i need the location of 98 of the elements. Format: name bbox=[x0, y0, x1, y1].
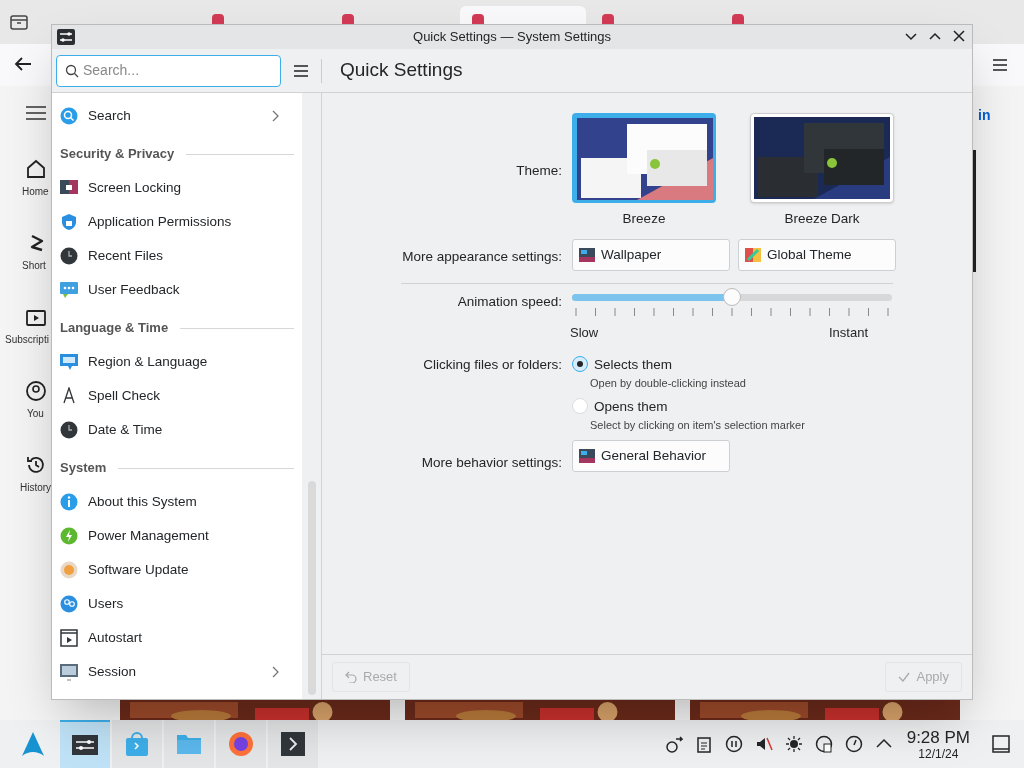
pause-icon bbox=[724, 735, 743, 753]
window-title: Quick Settings — System Settings bbox=[413, 28, 611, 47]
history-icon bbox=[25, 454, 47, 476]
behavior-icon bbox=[579, 449, 595, 463]
speech-bubble-icon bbox=[60, 281, 78, 299]
radio-button[interactable] bbox=[572, 356, 588, 372]
sidebar-item[interactable]: User Feedback bbox=[52, 273, 292, 307]
muted-speaker-icon bbox=[754, 735, 773, 753]
settings-button[interactable]: Wallpaper bbox=[572, 239, 730, 271]
nav-label[interactable]: Short bbox=[22, 258, 46, 273]
undo-icon bbox=[345, 671, 357, 683]
nav-label[interactable]: Home bbox=[22, 184, 49, 199]
gauge-icon bbox=[844, 735, 863, 753]
launcher-icon bbox=[19, 730, 47, 758]
monitor-icon bbox=[60, 663, 78, 681]
lightning-icon bbox=[60, 527, 78, 545]
checkmark-icon bbox=[898, 671, 911, 683]
window-play-icon bbox=[60, 629, 78, 647]
wallpaper-icon bbox=[579, 248, 595, 262]
info-icon bbox=[60, 493, 78, 511]
show-desktop-icon bbox=[992, 735, 1010, 753]
slider-track[interactable] bbox=[572, 288, 892, 307]
search-input[interactable]: Search... bbox=[83, 60, 272, 81]
setting-label: More appearance settings: bbox=[402, 248, 562, 266]
chevron-right-icon bbox=[272, 666, 280, 678]
search-field[interactable]: Search... bbox=[56, 54, 281, 87]
theme-name: Breeze bbox=[622, 210, 666, 228]
shield-icon bbox=[60, 213, 78, 231]
search-icon bbox=[60, 107, 78, 125]
menu-icon bbox=[992, 58, 1008, 72]
people-icon bbox=[60, 595, 78, 613]
tab-favicon-icon[interactable] bbox=[212, 14, 224, 24]
sidebar-item[interactable]: Region & Language bbox=[52, 345, 292, 379]
tab-favicon-icon[interactable] bbox=[342, 14, 354, 24]
clock-icon bbox=[60, 421, 78, 439]
taskbar-app[interactable] bbox=[216, 720, 266, 768]
sidebar-item[interactable]: Users bbox=[52, 587, 292, 621]
nav-label[interactable]: Subscripti bbox=[5, 332, 49, 347]
browser-icon bbox=[227, 730, 255, 758]
circle-icon bbox=[60, 561, 78, 579]
speech-bubble-icon bbox=[60, 353, 78, 371]
theme-name: Breeze Dark bbox=[784, 210, 860, 228]
terminal-icon bbox=[279, 730, 307, 758]
setting-label: Clicking files or folders: bbox=[423, 356, 562, 374]
sidebar-item[interactable]: Spell Check bbox=[52, 379, 292, 413]
letter-a-icon bbox=[60, 387, 78, 405]
setting-label: Animation speed: bbox=[457, 293, 562, 311]
page-title: Quick Settings bbox=[340, 58, 463, 83]
sidebar-item[interactable]: About this System bbox=[52, 485, 292, 519]
shopping-bag-icon bbox=[123, 730, 151, 758]
tab-favicon-icon[interactable] bbox=[732, 14, 744, 24]
menu-icon bbox=[293, 63, 309, 78]
settings-app-icon bbox=[57, 29, 75, 45]
taskbar-app[interactable] bbox=[60, 720, 110, 768]
sidebar-item[interactable]: Software Update bbox=[52, 553, 292, 587]
sidebar-item[interactable]: Screen Locking bbox=[52, 171, 292, 205]
palette-icon bbox=[745, 248, 761, 262]
sign-in-link[interactable]: in bbox=[978, 105, 991, 126]
tab-favicon-icon[interactable] bbox=[472, 14, 484, 24]
tab-list-icon bbox=[10, 14, 28, 30]
radio-label[interactable]: Opens them bbox=[594, 397, 668, 418]
chevron-right-icon bbox=[272, 110, 280, 122]
lock-screen-icon bbox=[60, 179, 78, 197]
settings-button[interactable]: Global Theme bbox=[738, 239, 896, 271]
sidebar-item[interactable]: Application Permissions bbox=[52, 205, 292, 239]
radio-hint: Select by clicking on item's selection marker bbox=[590, 418, 805, 433]
brightness-icon bbox=[784, 735, 803, 753]
sidebar-item[interactable]: Search bbox=[52, 99, 292, 133]
taskbar-app[interactable] bbox=[268, 720, 318, 768]
setting-label: More behavior settings: bbox=[421, 454, 562, 472]
sidebar-item[interactable]: Recent Files bbox=[52, 239, 292, 273]
clipboard-icon bbox=[694, 735, 713, 753]
clock-time[interactable]: 9:28 PM bbox=[906, 728, 970, 746]
tab-favicon-icon[interactable] bbox=[602, 14, 614, 24]
section-heading: Security & Privacy bbox=[60, 145, 175, 164]
nav-label[interactable]: You bbox=[27, 406, 44, 421]
browser-tab[interactable] bbox=[460, 6, 586, 24]
settings-button[interactable]: General Behavior bbox=[572, 440, 730, 472]
sidebar-item[interactable]: Session bbox=[52, 655, 292, 689]
radio-label[interactable]: Selects them bbox=[594, 355, 673, 376]
section-heading: System bbox=[60, 459, 107, 478]
back-icon bbox=[14, 56, 32, 72]
clock-date[interactable]: 12/1/24 bbox=[918, 747, 959, 760]
radio-hint: Open by double-clicking instead bbox=[590, 376, 746, 391]
setting-label: Theme: bbox=[516, 162, 562, 180]
sidebar-item[interactable]: Power Management bbox=[52, 519, 292, 553]
slider-min-label: Slow bbox=[570, 324, 599, 342]
home-icon bbox=[25, 158, 47, 180]
clock-icon bbox=[60, 247, 78, 265]
nav-label[interactable]: History bbox=[20, 480, 52, 495]
slider-max-label: Instant bbox=[829, 324, 869, 342]
search-icon bbox=[65, 63, 79, 78]
close-icon bbox=[952, 29, 966, 43]
section-heading: Language & Time bbox=[60, 319, 169, 338]
slider-thumb[interactable] bbox=[723, 288, 741, 306]
sidebar-item[interactable]: Date & Time bbox=[52, 413, 292, 447]
menu-icon bbox=[25, 105, 47, 121]
sidebar-item[interactable]: Autostart bbox=[52, 621, 292, 655]
